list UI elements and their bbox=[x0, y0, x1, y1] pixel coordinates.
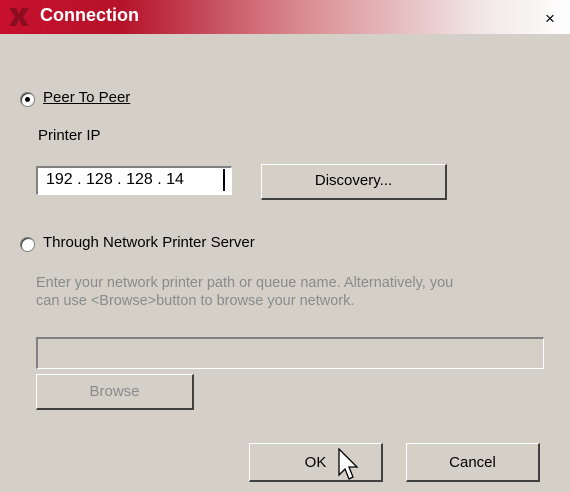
discovery-button[interactable]: Discovery... bbox=[261, 164, 447, 200]
close-button[interactable]: × bbox=[540, 10, 560, 28]
radio-selected-dot bbox=[25, 97, 30, 102]
instruction-line-1: Enter your network printer path or queue… bbox=[36, 275, 454, 291]
ok-button[interactable]: OK bbox=[249, 443, 383, 482]
peer-to-peer-label[interactable]: Peer To Peer bbox=[43, 89, 130, 106]
printer-ip-value: 192 . 128 . 128 . 14 bbox=[46, 171, 184, 188]
xerox-logo-icon bbox=[9, 8, 29, 26]
peer-to-peer-radio[interactable] bbox=[20, 92, 35, 107]
title-bar: Connection × bbox=[0, 0, 570, 34]
window-title: Connection bbox=[40, 5, 139, 25]
network-printer-server-label[interactable]: Through Network Printer Server bbox=[43, 234, 255, 251]
instruction-line-2: can use <Browse>button to browse your ne… bbox=[36, 293, 355, 309]
printer-ip-label: Printer IP bbox=[38, 127, 101, 144]
printer-path-field[interactable] bbox=[36, 337, 544, 369]
printer-ip-field[interactable]: 192 . 128 . 128 . 14 bbox=[36, 166, 232, 195]
close-icon: × bbox=[545, 9, 555, 28]
mouse-pointer-icon bbox=[338, 448, 359, 480]
text-caret bbox=[223, 169, 225, 191]
browse-button[interactable]: Browse bbox=[36, 374, 194, 410]
cancel-button[interactable]: Cancel bbox=[406, 443, 540, 482]
network-printer-server-radio[interactable] bbox=[20, 237, 35, 252]
